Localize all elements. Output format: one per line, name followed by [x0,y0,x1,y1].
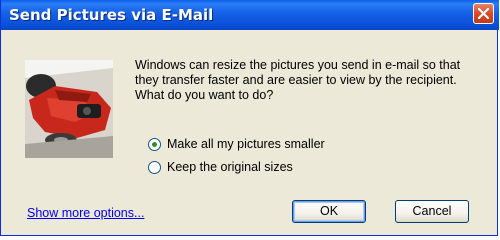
ok-button[interactable]: OK [292,200,366,223]
cancel-button[interactable]: Cancel [395,200,469,223]
radio-keep-original[interactable]: Keep the original sizes [148,157,388,177]
close-icon [478,8,489,19]
send-pictures-dialog: Send Pictures via E-Mail Windows can res… [0,0,499,236]
title-bar[interactable]: Send Pictures via E-Mail [1,0,499,30]
resize-option-group: Make all my pictures smaller Keep the or… [148,134,388,177]
dialog-message: Windows can resize the pictures you send… [135,58,461,102]
radio-selected-icon[interactable] [148,137,161,151]
picture-thumbnail [25,60,113,158]
radio-keep-original-label[interactable]: Keep the original sizes [167,160,293,174]
radio-make-smaller[interactable]: Make all my pictures smaller [148,134,388,154]
dialog-title: Send Pictures via E-Mail [9,6,214,24]
show-more-options-link[interactable]: Show more options... [27,206,144,220]
radio-unselected-icon[interactable] [148,160,161,174]
close-button[interactable] [473,3,494,24]
radio-make-smaller-label[interactable]: Make all my pictures smaller [167,137,325,151]
